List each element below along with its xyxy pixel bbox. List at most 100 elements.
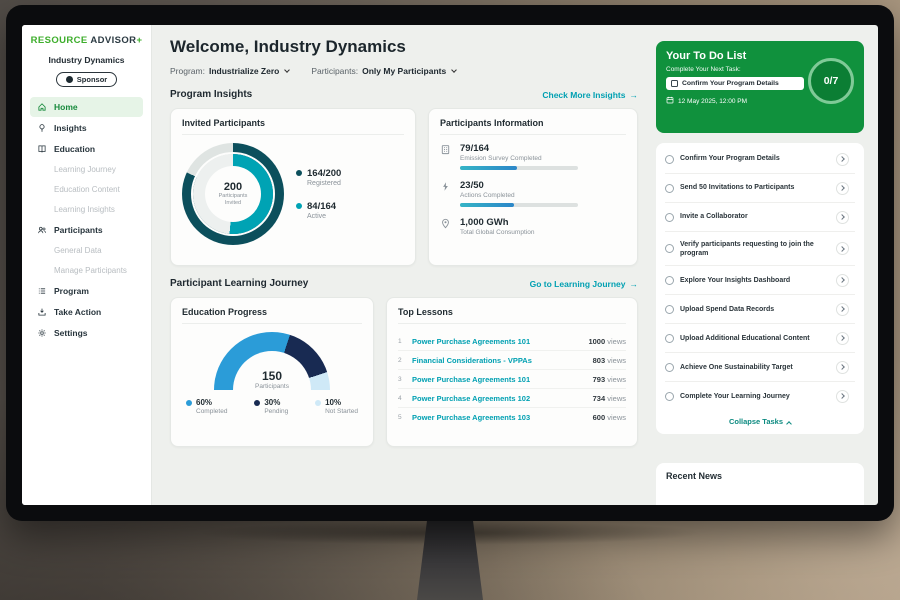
chevron-right-icon[interactable]: [836, 242, 849, 255]
participants-filter[interactable]: Participants: Only My Participants: [311, 66, 456, 76]
task-checkbox[interactable]: [665, 184, 674, 193]
metric-label: Total Global Consumption: [460, 229, 534, 236]
collapse-tasks-link[interactable]: Collapse Tasks: [665, 410, 855, 432]
task-label: Upload Additional Educational Content: [680, 334, 830, 343]
participants-filter-value: Only My Participants: [362, 66, 446, 76]
badge-wrap: Sponsor: [30, 70, 143, 88]
lesson-row[interactable]: 2 Financial Considerations - VPPAs 803 v…: [398, 351, 626, 370]
task-item[interactable]: Complete Your Learning Journey: [665, 382, 855, 410]
legend-label: Active: [307, 213, 336, 220]
lesson-row[interactable]: 5 Power Purchase Agreements 103 600 view…: [398, 408, 626, 426]
filters-row: Program: Industrialize Zero Participants…: [170, 66, 638, 76]
sponsor-icon: [66, 76, 73, 83]
program-filter[interactable]: Program: Industrialize Zero: [170, 66, 289, 76]
go-to-learning-journey-link[interactable]: Go to Learning Journey →: [530, 279, 638, 289]
lesson-rank: 3: [398, 376, 406, 383]
sidebar-item-settings[interactable]: Settings: [30, 323, 143, 343]
progress-bar: [460, 166, 578, 170]
chevron-right-icon[interactable]: [836, 390, 849, 403]
lesson-link[interactable]: Financial Considerations - VPPAs: [412, 356, 587, 365]
sidebar-item-label: Insights: [54, 123, 87, 133]
program-insights-header: Program Insights Check More Insights →: [170, 89, 638, 100]
sidebar-item-education-content[interactable]: Education Content: [30, 180, 143, 199]
sidebar-item-label: Settings: [54, 328, 88, 338]
lesson-link[interactable]: Power Purchase Agreements 101: [412, 337, 582, 346]
lesson-row[interactable]: 1 Power Purchase Agreements 101 1000 vie…: [398, 332, 626, 351]
chevron-right-icon[interactable]: [836, 332, 849, 345]
link-label: Go to Learning Journey: [530, 279, 626, 289]
task-checkbox[interactable]: [665, 392, 674, 401]
next-task-item[interactable]: Confirm Your Program Details: [666, 77, 804, 90]
dashboard-screen: RESOURCE ADVISOR+ Industry Dynamics Spon…: [22, 25, 878, 505]
lesson-views: 1000 views: [588, 337, 626, 346]
arrow-right-icon: →: [630, 90, 639, 100]
legend-value: 30%: [264, 398, 288, 407]
chevron-right-icon[interactable]: [836, 182, 849, 195]
building-icon: [440, 143, 452, 170]
donut-center-label: Participants Invited: [213, 193, 253, 207]
sidebar-item-take-action[interactable]: Take Action: [30, 302, 143, 322]
gauge-center: 150 Participants: [214, 369, 330, 390]
task-item[interactable]: Explore Your Insights Dashboard: [665, 266, 855, 295]
sponsor-badge[interactable]: Sponsor: [56, 72, 117, 87]
legend-dot-light-blue: [315, 400, 321, 406]
info-row-consumption: 1,000 GWh Total Global Consumption: [440, 217, 626, 236]
lesson-link[interactable]: Power Purchase Agreements 101: [412, 375, 587, 384]
task-checkbox[interactable]: [665, 305, 674, 314]
chevron-right-icon[interactable]: [836, 361, 849, 374]
task-checkbox[interactable]: [665, 363, 674, 372]
sidebar-item-learning-insights[interactable]: Learning Insights: [30, 200, 143, 219]
lesson-link[interactable]: Power Purchase Agreements 102: [412, 394, 587, 403]
card-title: Participants Information: [440, 118, 626, 135]
lesson-rank: 4: [398, 395, 406, 402]
gauge-center-label: Participants: [214, 383, 330, 390]
metric-value: 1,000 GWh: [460, 217, 534, 228]
lesson-row[interactable]: 4 Power Purchase Agreements 102 734 view…: [398, 389, 626, 408]
sidebar-item-learning-journey[interactable]: Learning Journey: [30, 160, 143, 179]
legend-dot-navy: [254, 400, 260, 406]
donut-center: 200 Participants Invited: [205, 166, 261, 222]
participants-information-card: Participants Information 79/164 Emission…: [428, 108, 638, 266]
sidebar-item-general-data[interactable]: General Data: [30, 241, 143, 260]
task-item[interactable]: Upload Additional Educational Content: [665, 324, 855, 353]
card-title: Top Lessons: [398, 307, 626, 324]
section-title-program-insights: Program Insights: [170, 89, 252, 100]
sidebar-item-participants[interactable]: Participants: [30, 220, 143, 240]
task-item[interactable]: Confirm Your Program Details: [665, 145, 855, 174]
sidebar-item-home[interactable]: Home: [30, 97, 143, 117]
task-item[interactable]: Send 50 Invitations to Participants: [665, 174, 855, 203]
checkbox-icon[interactable]: [671, 80, 678, 87]
legend-value: 84/164: [307, 201, 336, 212]
task-label: Explore Your Insights Dashboard: [680, 276, 830, 285]
todo-panel: Your To Do List Complete Your Next Task:…: [652, 25, 878, 505]
task-checkbox[interactable]: [665, 276, 674, 285]
task-item[interactable]: Achieve One Sustainability Target: [665, 353, 855, 382]
sidebar-item-program[interactable]: Program: [30, 281, 143, 301]
chevron-right-icon[interactable]: [836, 303, 849, 316]
gauge-legend: 60% Completed 30% Pending: [182, 398, 362, 415]
chevron-right-icon[interactable]: [836, 274, 849, 287]
lesson-link[interactable]: Power Purchase Agreements 103: [412, 413, 587, 422]
chevron-right-icon[interactable]: [836, 211, 849, 224]
task-item[interactable]: Invite a Collaborator: [665, 203, 855, 232]
task-item[interactable]: Verify participants requesting to join t…: [665, 232, 855, 266]
lesson-views: 803 views: [593, 356, 626, 365]
task-checkbox[interactable]: [665, 244, 674, 253]
task-item[interactable]: Upload Spend Data Records: [665, 295, 855, 324]
sidebar-item-manage-participants[interactable]: Manage Participants: [30, 261, 143, 280]
check-more-insights-link[interactable]: Check More Insights →: [542, 90, 638, 100]
program-filter-label: Program:: [170, 66, 205, 76]
task-checkbox[interactable]: [665, 334, 674, 343]
sidebar-item-education[interactable]: Education: [30, 139, 143, 159]
page-title: Welcome, Industry Dynamics: [170, 37, 638, 57]
program-filter-value: Industrialize Zero: [209, 66, 279, 76]
recent-news-title: Recent News: [666, 471, 854, 481]
task-checkbox[interactable]: [665, 155, 674, 164]
task-checkbox[interactable]: [665, 213, 674, 222]
lesson-row[interactable]: 3 Power Purchase Agreements 101 793 view…: [398, 370, 626, 389]
chevron-right-icon[interactable]: [836, 153, 849, 166]
sidebar-item-insights[interactable]: Insights: [30, 118, 143, 138]
sidebar-item-label: Learning Insights: [54, 205, 115, 214]
main-content: Welcome, Industry Dynamics Program: Indu…: [152, 25, 652, 505]
progress-bar-fill: [460, 166, 517, 170]
